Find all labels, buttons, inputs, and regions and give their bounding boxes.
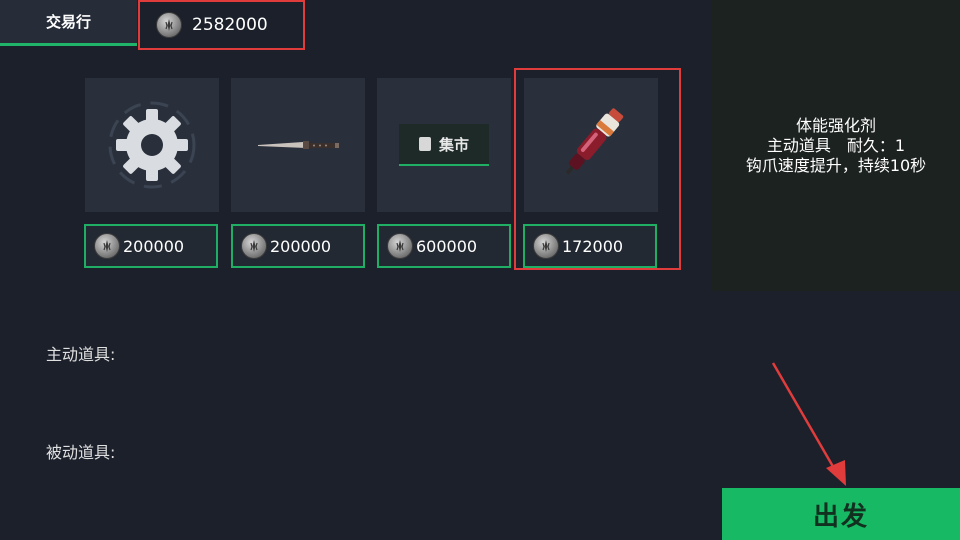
- injector-icon: [565, 108, 624, 175]
- shop-item-gear[interactable]: [85, 78, 219, 212]
- shop-item-market[interactable]: 集市: [377, 78, 511, 212]
- item-description: 钩爪速度提升，持续10秒: [745, 155, 927, 175]
- active-items-label: 主动道具:: [46, 345, 116, 364]
- item-title: 体能强化剂: [795, 115, 876, 135]
- wallet-balance-value: 2582000: [192, 15, 268, 35]
- price-value: 200000: [123, 236, 185, 256]
- knife-icon: [258, 141, 339, 149]
- item-type-durability: 主动道具 耐久：1: [766, 135, 906, 155]
- gear-icon: [108, 101, 196, 189]
- depart-button[interactable]: 出发: [722, 488, 960, 540]
- wallet-balance: 2582000: [138, 0, 305, 50]
- tab-trade-label: 交易行: [45, 13, 91, 31]
- shop-item-injector[interactable]: [524, 78, 658, 212]
- coin-icon: [387, 233, 413, 259]
- coin-icon: [156, 12, 182, 38]
- price-tag-injector[interactable]: 172000: [523, 224, 657, 268]
- price-tag-market[interactable]: 600000: [377, 224, 511, 268]
- passive-items-label: 被动道具:: [46, 443, 116, 462]
- coin-icon: [533, 233, 559, 259]
- market-label-text: 集市: [438, 135, 469, 154]
- price-value: 600000: [416, 236, 478, 256]
- tab-trade[interactable]: 交易行: [0, 0, 137, 46]
- depart-label: 出发: [812, 501, 869, 532]
- price-value: 172000: [562, 236, 624, 256]
- price-value: 200000: [270, 236, 332, 256]
- item-info-panel: 体能强化剂 主动道具 耐久：1 钩爪速度提升，持续10秒: [712, 0, 960, 291]
- coin-icon: [241, 233, 267, 259]
- bag-icon: [418, 137, 431, 151]
- price-tag-knife[interactable]: 200000: [231, 224, 365, 268]
- price-tag-gear[interactable]: 200000: [84, 224, 218, 268]
- market-icon: 集市: [399, 124, 489, 166]
- shop-item-knife[interactable]: [231, 78, 365, 212]
- coin-icon: [94, 233, 120, 259]
